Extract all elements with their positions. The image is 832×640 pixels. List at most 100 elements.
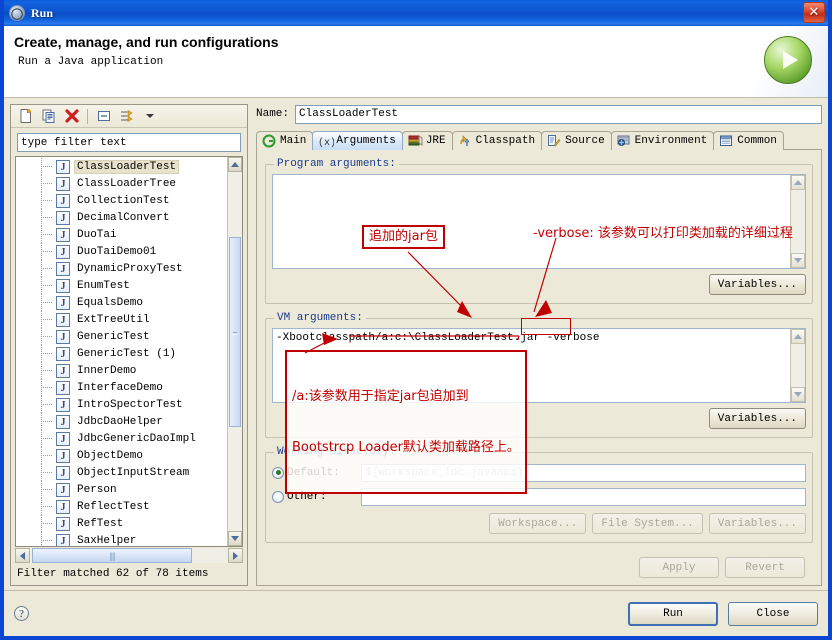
help-question-icon[interactable]: ? <box>14 606 29 621</box>
tab-main[interactable]: Main <box>256 131 313 150</box>
tree-item[interactable]: J GenericTest (1) <box>16 345 227 362</box>
configuration-name-input[interactable] <box>295 105 822 124</box>
filter-icon[interactable] <box>116 107 137 126</box>
java-class-icon: J <box>56 381 70 395</box>
tree-item[interactable]: JEnumTest <box>16 277 227 294</box>
tree-item[interactable]: JGenericTest <box>16 328 227 345</box>
tab-environment[interactable]: Environment <box>611 131 715 150</box>
other-directory-input[interactable] <box>361 488 806 506</box>
tree-item-label: GenericTest (1) <box>75 348 178 360</box>
tree-branch-line <box>41 523 52 524</box>
radio-other[interactable] <box>272 491 284 503</box>
duplicate-configuration-icon[interactable] <box>38 107 59 126</box>
tree-item-label: InterfaceDemo <box>75 382 165 394</box>
tree-item[interactable]: JDynamicProxyTest <box>16 260 227 277</box>
chevron-down-icon[interactable] <box>139 107 160 126</box>
scroll-up-icon[interactable] <box>228 157 242 172</box>
scroll-thumb[interactable] <box>229 237 241 427</box>
tree-item[interactable]: JDuoTaiDemo01 <box>16 243 227 260</box>
tree-item[interactable]: JJdbcGenericDaoImpl <box>16 430 227 447</box>
tree-item[interactable]: J InterfaceDemo <box>16 379 227 396</box>
apply-button[interactable]: Apply <box>639 557 719 578</box>
tree-branch-line <box>41 234 52 235</box>
workspace-button[interactable]: Workspace... <box>489 513 586 534</box>
tree-item[interactable]: JEqualsDemo <box>16 294 227 311</box>
tree-item[interactable]: JExtTreeUtil <box>16 311 227 328</box>
file-system-button[interactable]: File System... <box>592 513 702 534</box>
working-directory-other-row[interactable]: Other: <box>272 486 806 507</box>
apply-revert-row: Apply Revert <box>265 551 813 578</box>
java-class-icon: J <box>56 177 70 191</box>
tree-item[interactable]: JDecimalConvert <box>16 209 227 226</box>
tree-horizontal-scrollbar[interactable]: |||| <box>15 548 243 563</box>
hscroll-track[interactable]: |||| <box>30 548 228 563</box>
collapse-all-icon[interactable] <box>93 107 114 126</box>
scroll-down-icon[interactable] <box>228 531 242 546</box>
run-button[interactable]: Run <box>628 602 718 626</box>
java-class-icon: J <box>56 415 70 429</box>
tree-item[interactable]: JClassLoaderTree <box>16 175 227 192</box>
configurations-toolbar <box>11 105 247 128</box>
program-arguments-input[interactable] <box>273 175 790 268</box>
tree-item[interactable]: JPerson <box>16 481 227 498</box>
scroll-down-icon[interactable] <box>791 387 805 402</box>
tree-item[interactable]: JInnerDemo <box>16 362 227 379</box>
environment-icon <box>617 134 631 148</box>
tree-branch-line <box>41 251 52 252</box>
tree-vertical-scrollbar[interactable] <box>227 157 242 546</box>
working-directory-variables-button[interactable]: Variables... <box>709 513 806 534</box>
tab-common[interactable]: Common <box>713 131 784 150</box>
tab-label: Classpath <box>476 135 535 147</box>
vm-arguments-scrollbar[interactable] <box>790 329 805 402</box>
search-input[interactable] <box>17 133 241 152</box>
tab-arguments[interactable]: (x)= Arguments <box>312 131 402 150</box>
tree-item[interactable]: JCollectionTest <box>16 192 227 209</box>
revert-button[interactable]: Revert <box>725 557 805 578</box>
tree-item[interactable]: JSaxHelper <box>16 532 227 546</box>
tree-item-label: DecimalConvert <box>75 212 171 224</box>
vm-arguments-textarea-wrapper: -Xbootclasspath/a:c:\ClassLoaderTest.jar… <box>272 328 806 403</box>
tree-item[interactable]: JObjectDemo <box>16 447 227 464</box>
java-class-icon: J <box>56 432 70 446</box>
tree-item[interactable]: JRefTest <box>16 515 227 532</box>
working-directory-actions: Workspace... File System... Variables... <box>272 513 806 534</box>
tree-item-label: RefTest <box>75 518 125 530</box>
source-pencil-icon <box>547 134 561 148</box>
tree-item-label: IntroSpectorTest <box>75 399 185 411</box>
program-arguments-group: Program arguments: Variables... <box>265 158 813 304</box>
working-directory-default-row[interactable]: Default: ${workspace_loc:javaapi} <box>272 462 806 483</box>
default-directory-input[interactable]: ${workspace_loc:javaapi} <box>361 464 806 482</box>
page-subtitle: Run a Java application <box>18 56 163 68</box>
radio-default[interactable] <box>272 467 284 479</box>
tree-item-label: EnumTest <box>75 280 132 292</box>
tree-item-label: GenericTest <box>75 331 152 343</box>
close-icon[interactable]: ✕ <box>803 2 825 23</box>
tree-item[interactable]: JDuoTai <box>16 226 227 243</box>
vm-variables-button[interactable]: Variables... <box>709 408 806 429</box>
scroll-up-icon[interactable] <box>791 175 805 190</box>
tree-item[interactable]: JJdbcDaoHelper <box>16 413 227 430</box>
main-green-circle-icon <box>262 134 276 148</box>
java-class-icon: J <box>56 347 70 361</box>
hscroll-thumb[interactable]: |||| <box>32 548 192 563</box>
tab-classpath[interactable]: Classpath <box>452 131 542 150</box>
tree-item[interactable]: JObjectInputStream <box>16 464 227 481</box>
tab-jre[interactable]: JRE <box>402 131 453 150</box>
scroll-up-icon[interactable] <box>791 329 805 344</box>
program-arguments-scrollbar[interactable] <box>790 175 805 268</box>
tree-item[interactable]: JClassLoaderTest <box>16 158 227 175</box>
tree-item[interactable]: JReflectTest <box>16 498 227 515</box>
scroll-right-icon[interactable] <box>228 548 243 563</box>
jre-books-icon <box>408 134 422 148</box>
program-variables-button[interactable]: Variables... <box>709 274 806 295</box>
tree-item[interactable]: JIntroSpectorTest <box>16 396 227 413</box>
tab-source[interactable]: Source <box>541 131 612 150</box>
tree-branch-line <box>41 183 52 184</box>
scroll-left-icon[interactable] <box>15 548 30 563</box>
scroll-down-icon[interactable] <box>791 253 805 268</box>
tree-branch-line <box>41 353 52 354</box>
vm-arguments-input[interactable]: -Xbootclasspath/a:c:\ClassLoaderTest.jar… <box>273 329 790 402</box>
delete-configuration-icon[interactable] <box>61 107 82 126</box>
close-button[interactable]: Close <box>728 602 818 626</box>
new-configuration-icon[interactable] <box>15 107 36 126</box>
